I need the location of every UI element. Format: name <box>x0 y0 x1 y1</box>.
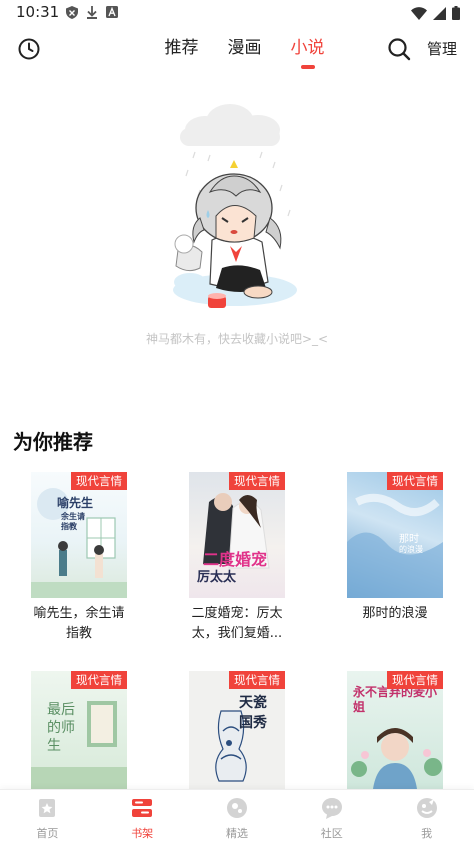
book-title-line1: 喻先生，余生请 <box>33 606 125 621</box>
top-nav: 推荐 漫画 小说 管理 <box>0 26 474 72</box>
cover-title: 最后的师生 <box>47 702 75 754</box>
genre-tag: 现代言情 <box>71 472 127 490</box>
book-cover: 那时 的浪漫 现代言情 <box>347 472 443 598</box>
book-title-line2: 指教 <box>65 626 92 641</box>
genre-tag: 现代言情 <box>229 671 285 689</box>
book-card[interactable]: 最后的师生 现代言情 <box>14 671 144 791</box>
search-button[interactable] <box>387 37 411 61</box>
wifi-icon <box>411 6 427 20</box>
active-tab-indicator <box>300 65 315 69</box>
battery-icon <box>452 6 460 20</box>
book-title-line2: 太，我们复婚... <box>191 626 283 641</box>
nav-community-label: 社区 <box>320 827 343 840</box>
nav-featured-label: 精选 <box>225 827 248 840</box>
book-title: 二度婚宠：厉太 太，我们复婚... <box>172 604 302 644</box>
bottom-nav: 首页 书架 精选 社区 我 <box>0 789 474 842</box>
font-icon <box>106 6 118 18</box>
profile-icon <box>416 798 437 818</box>
status-notification-icons <box>66 6 118 19</box>
status-bar: 10:31 <box>0 0 474 26</box>
book-card[interactable]: 天瓷国秀 现代言情 <box>172 671 302 791</box>
cover-subtitle: 的浪漫 <box>399 545 423 554</box>
book-cover: 天瓷国秀 现代言情 <box>189 671 285 789</box>
cover-subtitle: 厉太太 <box>197 570 237 585</box>
genre-tag: 现代言情 <box>71 671 127 689</box>
home-star-icon <box>39 799 56 817</box>
cover-title: 那时 <box>399 534 419 545</box>
book-card[interactable]: 永不言弃的麦小姐 现代言情 <box>330 671 460 791</box>
recommend-section-title: 为你推荐 <box>13 430 93 454</box>
book-card[interactable]: 那时 的浪漫 现代言情 那时的浪漫 <box>330 472 460 642</box>
book-title: 喻先生，余生请 指教 <box>14 604 144 644</box>
cover-title: 喻先生 <box>57 496 94 510</box>
book-card[interactable]: 二度婚宠 厉太太 现代言情 二度婚宠：厉太 太，我们复婚... <box>172 472 302 642</box>
cover-art <box>31 488 127 598</box>
cover-title: 天瓷国秀 <box>239 695 267 731</box>
search-icon <box>388 38 411 61</box>
shield-icon <box>66 6 78 19</box>
cover-art <box>347 493 443 598</box>
nav-profile-label: 我 <box>421 827 433 840</box>
book-title: 那时的浪漫 <box>330 604 460 624</box>
nav-community[interactable]: 社区 <box>284 790 379 842</box>
book-card[interactable]: 喻先生 余生请指教 现代言情 喻先生，余生请 指教 <box>14 472 144 642</box>
sad-girl-rain-illustration <box>173 104 297 308</box>
download-icon <box>87 6 97 19</box>
cover-subtitle: 余生请指教 <box>61 512 85 531</box>
tab-novels-label: 小说 <box>290 38 325 58</box>
nav-home-label: 首页 <box>36 827 59 840</box>
book-title-line1: 那时的浪漫 <box>362 606 428 621</box>
category-tabs: 推荐 漫画 小说 <box>150 36 339 69</box>
status-time: 10:31 <box>16 3 60 21</box>
tab-comics[interactable]: 漫画 <box>213 36 276 60</box>
book-cover: 永不言弃的麦小姐 现代言情 <box>347 671 443 789</box>
status-system-icons <box>411 6 460 20</box>
book-cover: 喻先生 余生请指教 现代言情 <box>31 472 127 598</box>
book-cover: 二度婚宠 厉太太 现代言情 <box>189 472 285 598</box>
nav-bookshelf[interactable]: 书架 <box>95 790 190 842</box>
nav-featured[interactable]: 精选 <box>190 790 285 842</box>
tab-novels[interactable]: 小说 <box>276 36 339 69</box>
empty-shelf-illustration <box>150 100 310 325</box>
tab-recommend[interactable]: 推荐 <box>150 36 213 60</box>
empty-shelf-message: 神马都木有，快去收藏小说吧>_< <box>145 332 329 346</box>
cover-title: 永不言弃的麦小姐 <box>353 685 438 714</box>
nav-home[interactable]: 首页 <box>0 790 95 842</box>
bookshelf-icon <box>132 799 153 817</box>
history-button[interactable] <box>17 37 41 61</box>
book-title-line1: 二度婚宠：厉太 <box>191 606 283 621</box>
nav-bookshelf-label: 书架 <box>131 827 154 840</box>
genre-tag: 现代言情 <box>229 472 285 490</box>
clock-icon <box>18 38 40 60</box>
featured-planet-icon <box>226 798 247 818</box>
signal-icon <box>433 6 446 20</box>
manage-button[interactable]: 管理 <box>427 38 457 59</box>
genre-tag: 现代言情 <box>387 472 443 490</box>
nav-profile[interactable]: 我 <box>379 790 474 842</box>
genre-tag: 现代言情 <box>387 671 443 689</box>
chat-bubble-icon <box>321 798 342 819</box>
book-cover: 最后的师生 现代言情 <box>31 671 127 789</box>
